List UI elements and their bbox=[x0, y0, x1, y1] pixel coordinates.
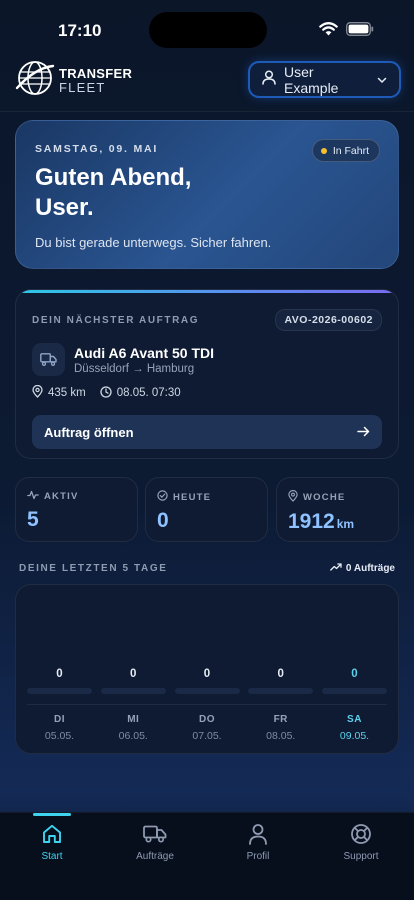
trend-up-icon bbox=[330, 563, 342, 574]
battery-icon bbox=[346, 22, 374, 41]
greeting-card: SAMSTAG, 09. MAI In Fahrt Guten Abend, U… bbox=[15, 120, 399, 269]
order-accent-bar bbox=[16, 290, 398, 293]
day-bar-value: 0 bbox=[277, 668, 284, 680]
day-bar-today: 0 bbox=[322, 668, 387, 694]
truck-icon bbox=[143, 822, 167, 846]
last-days-header: DEINE LETZTEN 5 TAGE 0 Aufträge bbox=[19, 563, 395, 574]
tab-bar: Start Aufträge Profil Support bbox=[0, 812, 414, 900]
lifebuoy-icon bbox=[350, 822, 372, 846]
greeting-title: Guten Abend, User. bbox=[35, 164, 192, 221]
chevron-down-icon bbox=[377, 71, 387, 89]
stat-value: 1912 bbox=[288, 510, 335, 533]
last-days-count: 0 Aufträge bbox=[345, 563, 395, 574]
stat-value: 5 bbox=[27, 508, 39, 531]
day-bar: 0 bbox=[100, 668, 166, 694]
status-badge: In Fahrt bbox=[311, 139, 380, 162]
stat-card-active[interactable]: AKTIV 5 bbox=[15, 477, 138, 542]
day-bar: 0 bbox=[27, 668, 92, 694]
check-circle-icon bbox=[157, 490, 168, 504]
tab-start[interactable]: Start bbox=[12, 813, 92, 873]
day-bar: 0 bbox=[248, 668, 314, 694]
home-icon bbox=[41, 822, 63, 846]
day-label-today: SA 09.05. bbox=[322, 714, 387, 742]
vehicle-name: Audi A6 Avant 50 TDI bbox=[74, 344, 215, 361]
day-name: DO bbox=[199, 714, 215, 725]
last-days-title: DEINE LETZTEN 5 TAGE bbox=[19, 563, 168, 574]
stat-label: WOCHE bbox=[303, 492, 346, 503]
tab-label: Start bbox=[41, 851, 63, 862]
day-label: MI 06.05. bbox=[101, 714, 166, 742]
day-bar-track bbox=[100, 688, 166, 694]
next-order-card: DEIN NÄCHSTER AUFTRAG AVO-2026-00602 Aud… bbox=[15, 289, 399, 459]
truck-icon bbox=[32, 343, 65, 376]
day-date: 05.05. bbox=[44, 730, 75, 742]
order-id-badge: AVO-2026-00602 bbox=[275, 309, 382, 331]
day-name: SA bbox=[347, 714, 362, 725]
user-icon bbox=[248, 822, 268, 846]
user-menu-button[interactable]: User Example bbox=[248, 61, 401, 98]
stat-value: 0 bbox=[157, 509, 169, 532]
app-header: TRANSFER FLEET User Example bbox=[0, 54, 414, 112]
arrow-right-icon bbox=[357, 425, 370, 440]
day-label: DI 05.05. bbox=[27, 714, 92, 742]
location-pin-icon bbox=[32, 384, 43, 401]
day-name: MI bbox=[127, 714, 140, 725]
user-icon bbox=[262, 69, 276, 90]
day-bar-value: 0 bbox=[130, 668, 137, 680]
status-badge-label: In Fahrt bbox=[332, 144, 369, 157]
days-divider bbox=[27, 704, 387, 705]
stat-label: HEUTE bbox=[173, 491, 212, 503]
tab-label: Aufträge bbox=[136, 851, 174, 862]
last-days-summary: 0 Aufträge bbox=[330, 563, 395, 574]
day-bar-track bbox=[322, 688, 387, 694]
tab-profile[interactable]: Profil bbox=[218, 813, 298, 873]
status-dot bbox=[320, 147, 327, 154]
dynamic-island bbox=[149, 12, 267, 48]
day-date: 06.05. bbox=[118, 730, 148, 742]
vehicle-route: Düsseldorf → Hamburg bbox=[74, 362, 195, 375]
status-icons bbox=[319, 22, 374, 41]
wifi-icon bbox=[319, 22, 338, 41]
logo-subtitle: FLEET bbox=[59, 79, 106, 95]
app-logo: TRANSFER FLEET bbox=[15, 58, 132, 103]
day-bar: 0 bbox=[174, 668, 240, 694]
day-name: DI bbox=[54, 714, 65, 725]
next-order-label: DEIN NÄCHSTER AUFTRAG bbox=[32, 314, 200, 326]
day-bar-value: 0 bbox=[203, 668, 211, 680]
stat-card-today[interactable]: HEUTE 0 bbox=[145, 477, 268, 542]
day-bar-track bbox=[174, 688, 240, 694]
tab-support[interactable]: Support bbox=[321, 813, 401, 873]
tab-active-indicator bbox=[33, 813, 71, 816]
tab-label: Profil bbox=[246, 851, 270, 862]
stat-card-week[interactable]: WOCHE 1912 km bbox=[276, 477, 399, 542]
last-days-card: 0 0 0 0 0 DI 05.05. MI 06.05. DO 07.05. FR 0… bbox=[15, 584, 399, 754]
clock-icon bbox=[100, 385, 112, 401]
open-order-button[interactable]: Auftrag öffnen bbox=[32, 415, 382, 449]
location-pin-icon bbox=[288, 489, 298, 505]
day-bar-track bbox=[248, 688, 314, 694]
day-bar-track bbox=[27, 688, 92, 694]
user-menu-label: User Example bbox=[284, 63, 339, 96]
day-date: 07.05. bbox=[192, 730, 222, 742]
greeting-subtitle: Du bist gerade unterwegs. Sicher fahren. bbox=[35, 234, 272, 250]
day-label: FR 08.05. bbox=[248, 714, 313, 742]
day-bar-value: 0 bbox=[351, 668, 358, 680]
activity-icon bbox=[27, 490, 39, 503]
day-label: DO 07.05. bbox=[175, 714, 240, 742]
day-name: FR bbox=[273, 714, 288, 725]
tab-label: Support bbox=[343, 851, 379, 862]
tab-orders[interactable]: Aufträge bbox=[115, 813, 195, 873]
logo-title: TRANSFER bbox=[59, 65, 133, 81]
open-order-label: Auftrag öffnen bbox=[44, 424, 134, 440]
stat-label: AKTIV bbox=[44, 491, 79, 502]
status-time: 17:10 bbox=[58, 21, 102, 40]
day-date: 08.05. bbox=[266, 730, 296, 742]
order-datetime: 08.05. 07:30 bbox=[116, 387, 181, 399]
day-date: 09.05. bbox=[339, 730, 370, 742]
day-bar-value: 0 bbox=[56, 668, 63, 680]
globe-logo-icon bbox=[15, 58, 55, 103]
order-distance: 435 km bbox=[48, 387, 86, 399]
status-bar: 17:10 bbox=[0, 0, 414, 54]
stat-unit: km bbox=[336, 517, 355, 531]
